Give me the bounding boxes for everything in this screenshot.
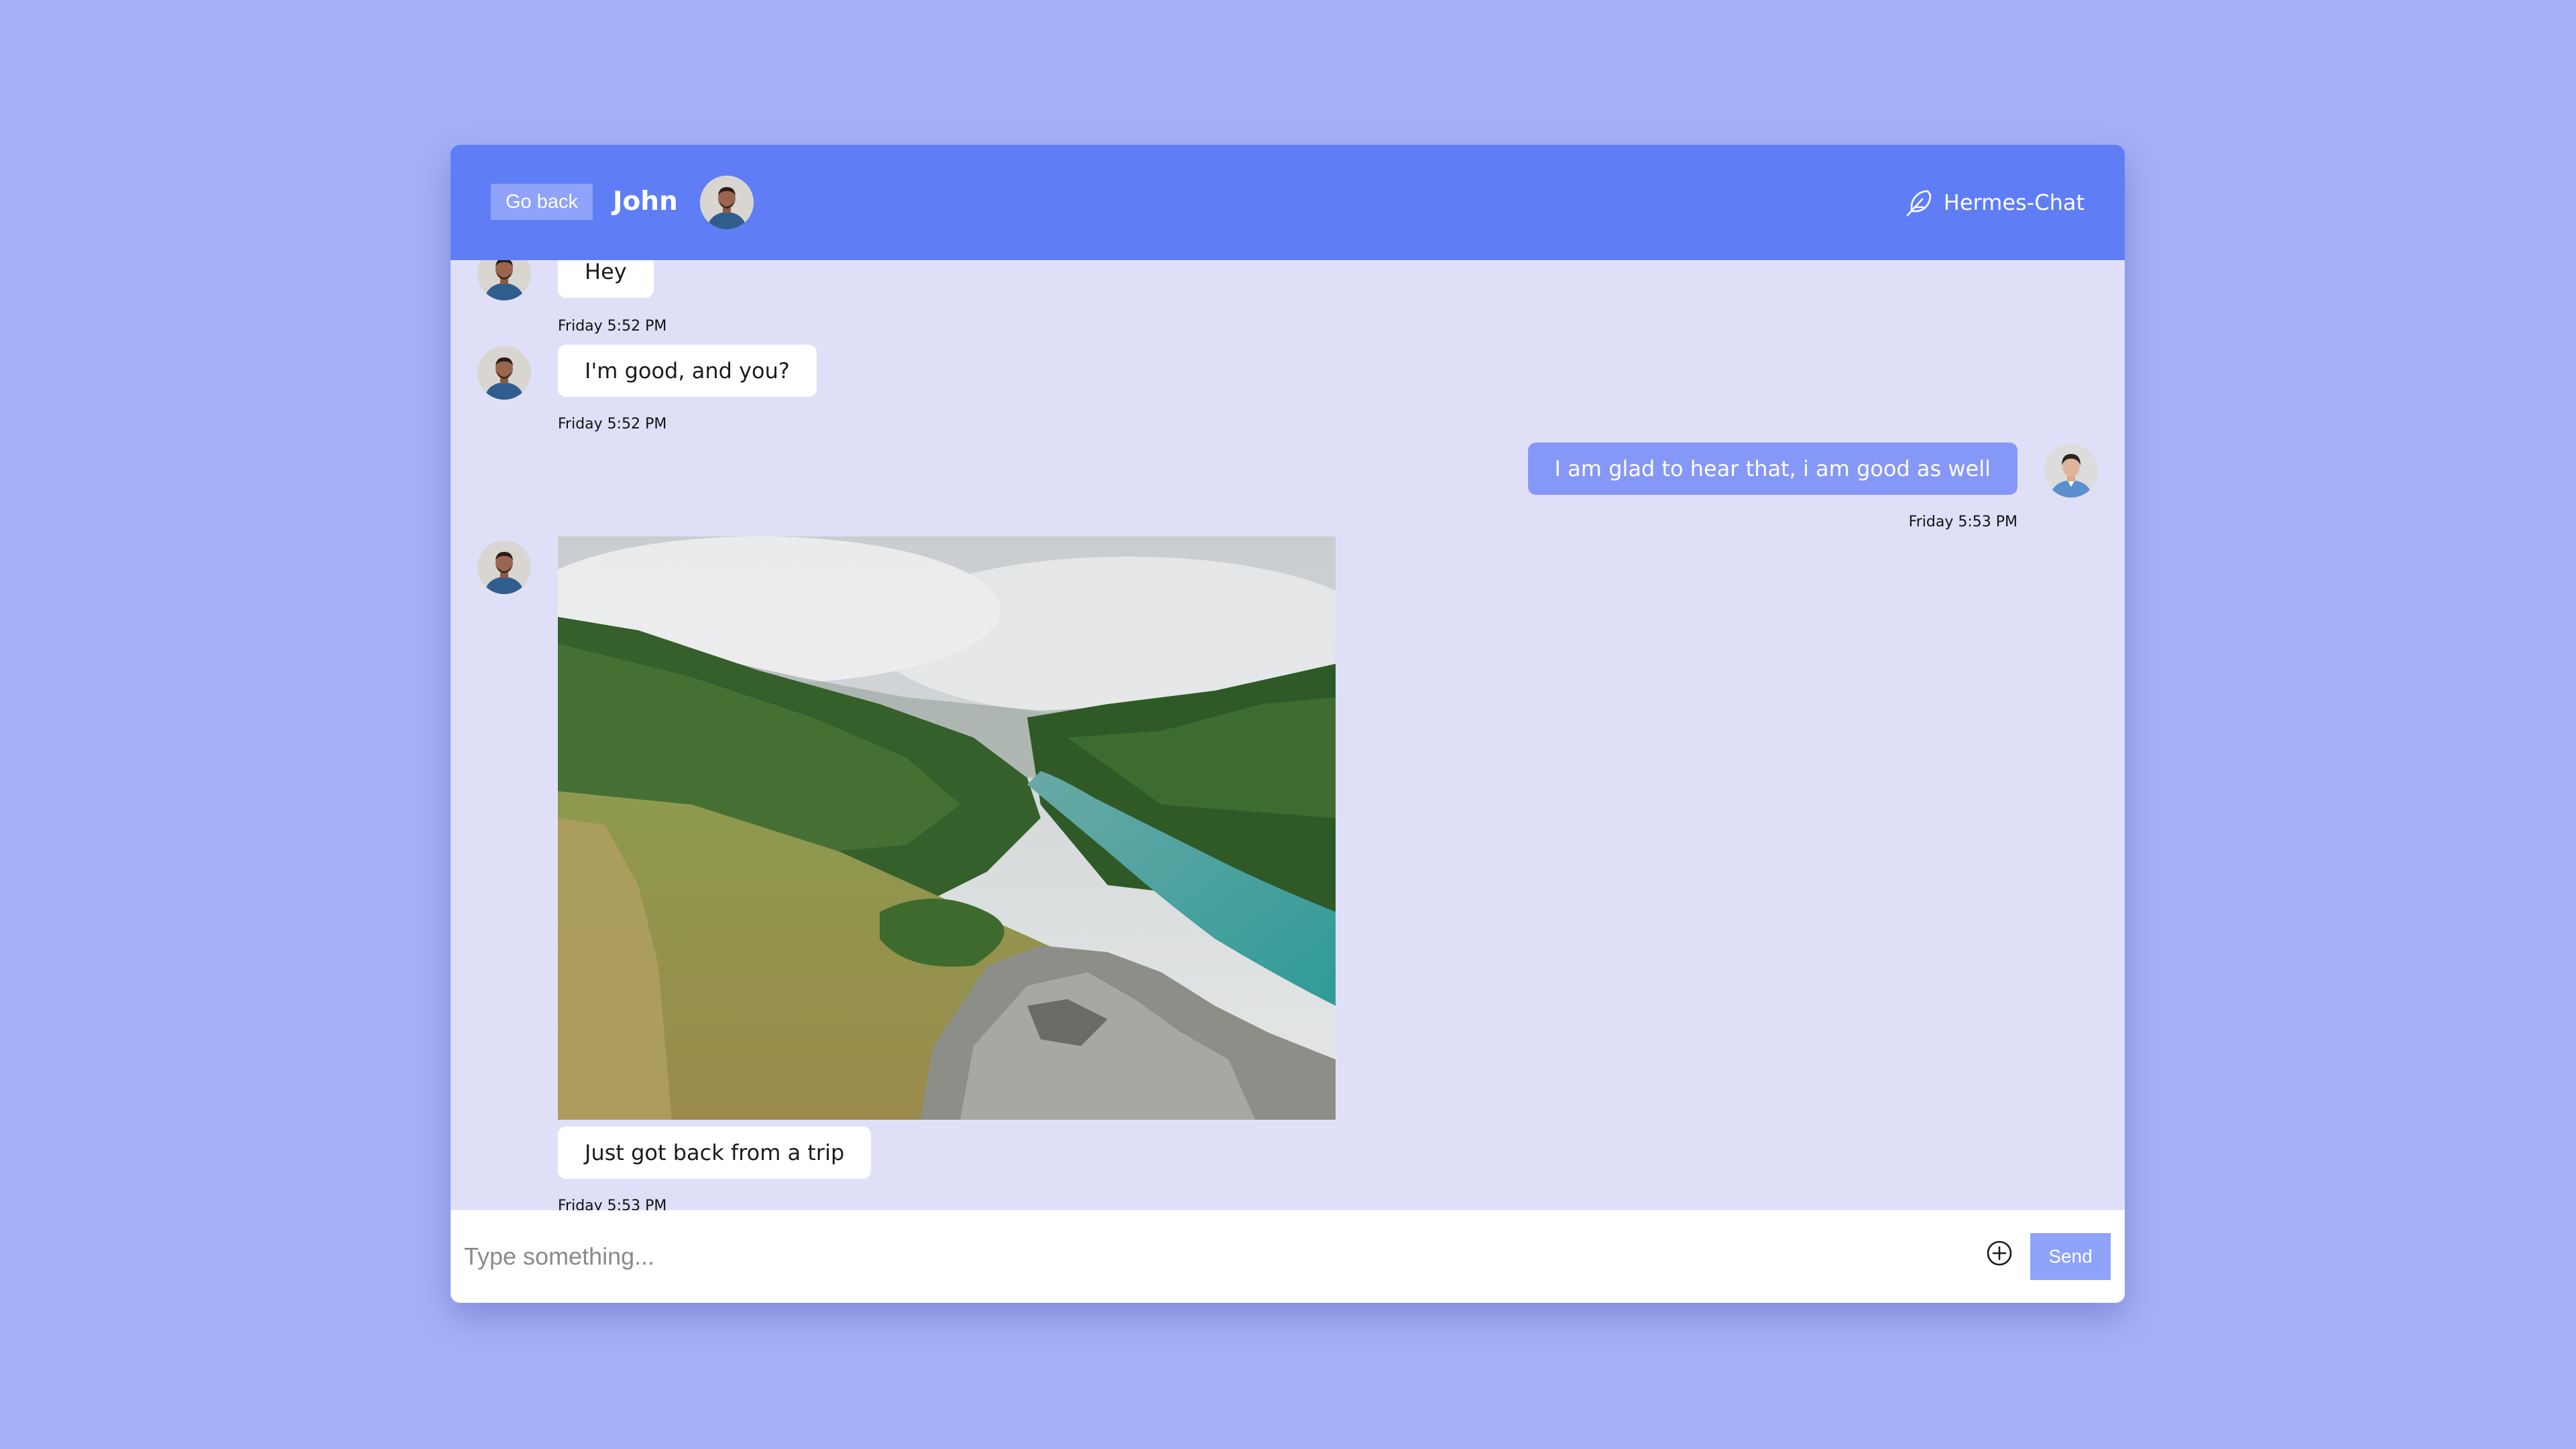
message-composer: Send: [451, 1210, 2125, 1303]
message-input[interactable]: [463, 1234, 1940, 1279]
brand-name: Hermes-Chat: [1943, 190, 2085, 215]
contact-name: John: [613, 186, 678, 217]
message-list[interactable]: Hey Friday 5:52 PM I'm good, and you? Fr…: [451, 260, 2125, 1210]
contact-avatar[interactable]: [700, 176, 754, 229]
landscape-photo[interactable]: [558, 536, 1336, 1120]
message-bubble: Hey: [558, 260, 654, 298]
go-back-button[interactable]: Go back: [491, 184, 593, 220]
plus-circle-icon[interactable]: [1985, 1238, 2014, 1268]
message-timestamp: Friday 5:52 PM: [558, 318, 667, 335]
message-bubble: Just got back from a trip: [558, 1126, 872, 1179]
message-timestamp: Friday 5:53 PM: [558, 1198, 667, 1210]
message-timestamp: Friday 5:52 PM: [558, 416, 667, 432]
message-timestamp: Friday 5:53 PM: [1908, 514, 2017, 530]
message-bubble-outgoing: I am glad to hear that, i am good as wel…: [1527, 443, 2017, 495]
user-avatar: [2044, 444, 2098, 498]
contact-avatar: [477, 260, 531, 300]
chat-header: Go back John Hermes-Chat: [451, 145, 2125, 260]
contact-avatar: [477, 540, 531, 594]
chat-window: Go back John Hermes-Chat Hey Friday 5:52…: [451, 145, 2125, 1303]
contact-avatar: [477, 346, 531, 400]
send-button[interactable]: Send: [2030, 1233, 2111, 1280]
message-bubble: I'm good, and you?: [558, 345, 817, 397]
feather-icon: [1904, 187, 1934, 218]
brand: Hermes-Chat: [1904, 188, 2085, 217]
